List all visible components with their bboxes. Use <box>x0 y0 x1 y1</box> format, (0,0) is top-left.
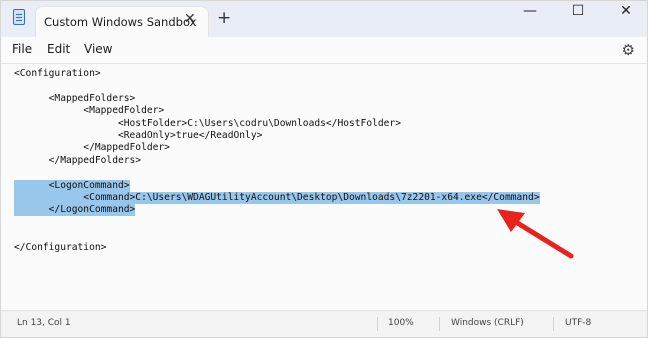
minimize-button[interactable]: — <box>510 3 550 19</box>
menu-bar: File Edit View ⚙ <box>1 37 647 63</box>
code-line: </MappedFolder> <box>14 142 170 154</box>
text-editor-area[interactable]: <Configuration> <MappedFolders> <MappedF… <box>1 63 647 313</box>
code-line: </LogonCommand> <box>14 204 136 217</box>
code-line: <MappedFolders> <box>14 92 136 104</box>
title-bar: Custom Windows Sandbox ✕ + — ☐ ✕ <box>1 1 647 37</box>
zoom-level[interactable]: 100% <box>388 318 414 328</box>
status-divider <box>553 317 554 331</box>
code-line: </MappedFolders> <box>14 154 142 166</box>
code-line: </Configuration> <box>14 241 107 253</box>
status-divider <box>439 317 440 331</box>
code-line: <HostFolder>C:\Users\codru\Downloads</Ho… <box>14 117 401 129</box>
status-bar: Ln 13, Col 1 100% Windows (CRLF) UTF-8 <box>1 310 647 337</box>
arrow-shaft <box>508 216 574 259</box>
menu-edit[interactable]: Edit <box>47 42 70 56</box>
code-line: <Command>C:\Users\WDAGUtilityAccount\Des… <box>14 192 540 204</box>
new-tab-button[interactable]: + <box>217 8 231 28</box>
cursor-position[interactable]: Ln 13, Col 1 <box>17 318 71 328</box>
code-line: <ReadOnly>true</ReadOnly> <box>14 130 263 141</box>
arrow-head <box>497 209 525 232</box>
settings-gear-icon[interactable]: ⚙ <box>622 41 635 59</box>
encoding[interactable]: UTF-8 <box>565 318 591 328</box>
notepad-window: Custom Windows Sandbox ✕ + — ☐ ✕ File Ed… <box>0 0 648 338</box>
code-line: <Configuration> <box>14 68 101 79</box>
menu-view[interactable]: View <box>84 42 112 56</box>
tab-title: Custom Windows Sandbox <box>44 15 197 29</box>
code-line: <LogonCommand> <box>14 179 130 192</box>
tab-custom-windows-sandbox[interactable]: Custom Windows Sandbox ✕ <box>36 7 208 37</box>
menu-file[interactable]: File <box>12 42 32 56</box>
code-line: <MappedFolder> <box>14 105 165 117</box>
red-arrow-annotation <box>497 209 574 259</box>
status-divider <box>377 317 378 331</box>
close-tab-icon[interactable]: ✕ <box>184 11 196 27</box>
maximize-button[interactable]: ☐ <box>558 3 598 19</box>
line-endings[interactable]: Windows (CRLF) <box>451 318 524 328</box>
close-window-button[interactable]: ✕ <box>606 3 646 19</box>
notepad-app-icon <box>13 9 25 25</box>
